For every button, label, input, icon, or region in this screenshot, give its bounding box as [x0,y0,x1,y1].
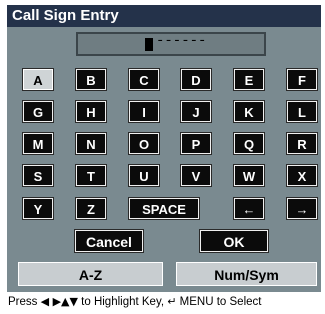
key-c[interactable]: C [129,69,159,90]
key-p[interactable]: P [181,133,211,154]
help-middle: to Highlight Key, [81,296,165,308]
key-o[interactable]: O [129,133,159,154]
right-arrow-key[interactable]: → [287,198,317,219]
key-f[interactable]: F [287,69,317,90]
cancel-button[interactable]: Cancel [75,230,143,252]
call-sign-entry-window: Call Sign Entry ------ A B C D E F G H I… [7,5,321,292]
key-k[interactable]: K [234,101,264,122]
key-n[interactable]: N [76,133,106,154]
right-arrow-icon: → [295,202,309,217]
key-g[interactable]: G [23,101,53,122]
help-prefix: Press [8,296,38,308]
key-j[interactable]: J [181,101,211,122]
left-arrow-icon: ← [242,202,256,217]
key-b[interactable]: B [76,69,106,90]
ok-button[interactable]: OK [200,230,268,252]
tab-a-z[interactable]: A-Z [18,262,163,286]
window-title: Call Sign Entry [7,5,321,27]
key-space[interactable]: SPACE [129,198,199,219]
tab-num-sym[interactable]: Num/Sym [176,262,317,286]
left-arrow-key[interactable]: ← [234,198,264,219]
text-cursor [145,38,153,51]
help-suffix: MENU to Select [179,296,262,308]
key-i[interactable]: I [129,101,159,122]
key-u[interactable]: U [129,165,159,186]
key-a[interactable]: A [23,69,53,90]
key-d[interactable]: D [181,69,211,90]
enter-icon: ↵ [167,295,177,308]
key-h[interactable]: H [76,101,106,122]
key-m[interactable]: M [23,133,53,154]
key-q[interactable]: Q [234,133,264,154]
help-text: Press ◀ ▶▲▼ to Highlight Key, ↵ MENU to … [8,295,320,308]
key-x[interactable]: X [287,165,317,186]
key-z[interactable]: Z [76,198,106,219]
key-w[interactable]: W [234,165,264,186]
key-y[interactable]: Y [23,198,53,219]
key-t[interactable]: T [76,165,106,186]
arrow-keys-icon: ◀ ▶▲▼ [40,295,78,308]
key-r[interactable]: R [287,133,317,154]
call-sign-field[interactable]: ------ [76,32,266,56]
key-v[interactable]: V [181,165,211,186]
call-sign-value: ------ [156,33,207,49]
key-s[interactable]: S [23,165,53,186]
key-l[interactable]: L [287,101,317,122]
key-e[interactable]: E [234,69,264,90]
